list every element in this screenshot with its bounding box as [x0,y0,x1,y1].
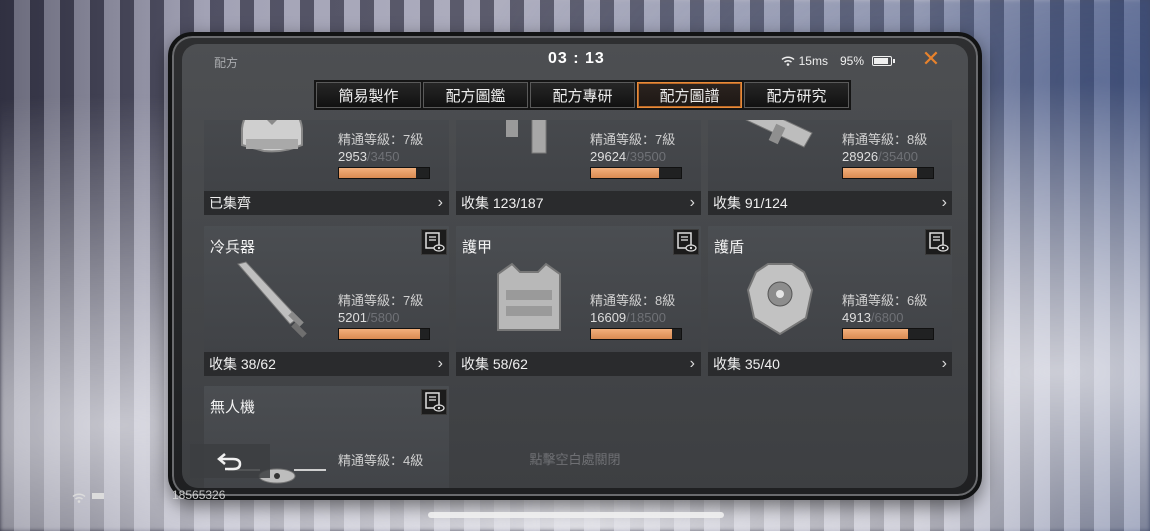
armor-vest-icon [476,260,586,340]
collect-text: 已集齊 [209,195,251,211]
chevron-right-icon: › [941,194,947,211]
category-name: 無人機 [210,399,256,416]
progress-bar [590,328,682,340]
battery-text: 95% [839,54,864,68]
collect-bar[interactable]: 已集齊 › [204,191,449,215]
chevron-right-icon: › [689,194,695,211]
player-id: 18565326 [172,488,226,502]
collect-bar[interactable]: 收集 91/124 › [708,191,952,215]
progress-value: 29624/39500 [590,149,666,164]
recipe-card-helmet[interactable]: 精通等級：7級 2953/3450 已集齊 › [204,120,449,215]
mastery-level: 精通等級：8級 [842,132,928,147]
tab-recipe-catalog[interactable]: 配方圖鑑 [423,82,528,108]
device-wifi-icon [72,490,86,503]
progress-bar [590,167,682,179]
chevron-right-icon: › [941,355,947,372]
collect-text: 收集 91/124 [713,195,788,211]
mastery-level: 精通等級：7級 [590,132,676,147]
device-battery-icon [92,493,104,499]
progress-fill [339,168,417,178]
collect-bar[interactable]: 收集 58/62 › [456,352,701,376]
progress-bar [842,167,934,179]
tablet-frame: 配方 03 : 13 15ms 95% ✕ 簡易製作 配方圖鑑 配方專研 配方圖… [168,32,982,500]
tab-simple-craft[interactable]: 簡易製作 [316,82,421,108]
recipe-card-armor[interactable]: 護甲 精通等級：8級 16609/18500 收集 58/62 › [456,226,701,376]
mastery-level: 精通等級：8級 [590,293,676,308]
category-name: 冷兵器 [210,239,256,256]
tablet-screen: 配方 03 : 13 15ms 95% ✕ 簡易製作 配方圖鑑 配方專研 配方圖… [182,44,968,488]
clock: 03 : 13 [548,50,605,67]
recipe-grid: 精通等級：7級 2953/3450 已集齊 › 精通等級：7級 29624/39… [204,120,952,488]
tab-bar: 簡易製作 配方圖鑑 配方專研 配方圖譜 配方研究 [314,80,851,110]
collect-text: 收集 35/40 [713,356,780,372]
ping-text: 15ms [798,54,828,68]
close-icon[interactable]: ✕ [920,48,942,70]
close-hint: 點擊空白處關閉 [529,452,621,467]
collect-text: 收集 58/62 [461,356,528,372]
recipe-card-shield[interactable]: 護盾 精通等級：6級 4913/6800 收集 35/40 › [708,226,952,376]
mastery-level: 精通等級：7級 [338,293,424,308]
progress-fill [591,168,659,178]
progress-value: 28926/35400 [842,149,918,164]
progress-value: 4913/6800 [842,310,904,325]
progress-value: 16609/18500 [590,310,666,325]
category-name: 護甲 [462,239,493,256]
collect-bar[interactable]: 收集 38/62 › [204,352,449,376]
status-bar: 配方 03 : 13 15ms 95% ✕ [182,44,968,78]
progress-value: 2953/3450 [338,149,400,164]
recipe-info-icon[interactable] [421,389,447,415]
progress-fill [843,168,917,178]
smg-icon [476,120,586,179]
status-indicators: 15ms 95% [781,54,895,68]
tab-recipe-research[interactable]: 配方研究 [744,82,849,108]
chevron-right-icon: › [437,355,443,372]
wifi-icon [781,56,795,66]
tab-recipe-atlas[interactable]: 配方圖譜 [637,82,742,108]
recipe-card-smg[interactable]: 精通等級：7級 29624/39500 收集 123/187 › [456,120,701,215]
tab-recipe-study[interactable]: 配方專研 [530,82,635,108]
collect-text: 收集 38/62 [209,356,276,372]
launcher-icon [728,120,838,179]
window-title: 配方 [214,56,239,70]
chevron-right-icon: › [689,355,695,372]
helmet-icon [224,120,334,179]
recipe-info-icon[interactable] [673,229,699,255]
shield-icon [728,260,838,340]
recipe-info-icon[interactable] [925,229,951,255]
progress-bar [338,167,430,179]
progress-value: 5201/5800 [338,310,400,325]
progress-bar [338,328,430,340]
recipe-info-icon[interactable] [421,229,447,255]
progress-bar [842,328,934,340]
mastery-level: 精通等級：6級 [842,293,928,308]
progress-fill [843,329,908,339]
progress-fill [339,329,420,339]
recipe-card-launcher[interactable]: 精通等級：8級 28926/35400 收集 91/124 › [708,120,952,215]
collect-bar[interactable]: 收集 35/40 › [708,352,952,376]
back-arrow-icon [217,450,243,472]
progress-fill [591,329,672,339]
home-indicator[interactable] [428,512,724,518]
battery-icon [872,56,895,66]
mastery-level: 精通等級：7級 [338,132,424,147]
back-button[interactable] [190,444,270,478]
recipe-card-melee[interactable]: 冷兵器 精通等級：7級 5201/5800 收集 38/62 › [204,226,449,376]
collect-bar[interactable]: 收集 123/187 › [456,191,701,215]
collect-text: 收集 123/187 [461,195,544,211]
chevron-right-icon: › [437,194,443,211]
category-name: 護盾 [714,239,745,256]
sword-icon [224,260,334,340]
